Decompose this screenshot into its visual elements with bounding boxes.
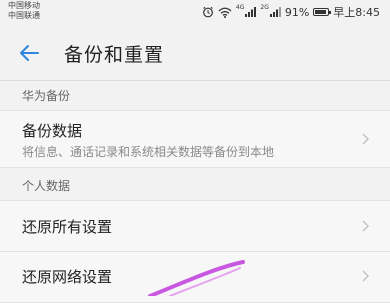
chevron-right-icon bbox=[362, 270, 370, 282]
chevron-right-icon bbox=[362, 133, 370, 145]
backup-data-subtitle: 将信息、通话记录和系统相关数据等备份到本地 bbox=[22, 145, 275, 159]
carrier-labels: 中国移动 中国联通 bbox=[8, 1, 40, 21]
restore-network-settings-item[interactable]: 还原网络设置 bbox=[0, 251, 390, 303]
restore-network-settings-title: 还原网络设置 bbox=[22, 268, 113, 286]
carrier-1-label: 中国移动 bbox=[8, 1, 40, 10]
alarm-icon bbox=[203, 6, 213, 18]
status-bar: 中国移动 中国联通 4G 2G 91% 早上8:45 bbox=[0, 0, 390, 26]
wifi-icon bbox=[218, 7, 232, 18]
section-header-huawei-backup: 华为备份 bbox=[22, 89, 71, 103]
back-arrow-icon bbox=[20, 45, 39, 61]
status-indicators: 4G 2G 91% 早上8:45 bbox=[202, 4, 380, 20]
app-bar: 备份和重置 bbox=[0, 26, 390, 81]
network-type-2-label: 2G bbox=[260, 4, 269, 11]
page-title: 备份和重置 bbox=[64, 44, 165, 66]
network-type-1-label: 4G bbox=[235, 4, 245, 11]
battery-percent: 91% bbox=[284, 5, 310, 19]
battery-icon bbox=[313, 8, 332, 16]
carrier-2-label: 中国联通 bbox=[8, 11, 40, 20]
clock-time: 早上8:45 bbox=[333, 6, 380, 19]
signal-bars-icon bbox=[245, 7, 257, 17]
backup-data-item[interactable]: 备份数据 将信息、通话记录和系统相关数据等备份到本地 bbox=[0, 110, 390, 168]
backup-data-title: 备份数据 bbox=[22, 122, 83, 140]
restore-all-settings-title: 还原所有设置 bbox=[22, 218, 113, 236]
section-header-personal-data: 个人数据 bbox=[22, 179, 71, 193]
battery-level-fill bbox=[315, 10, 327, 14]
chevron-right-icon bbox=[362, 220, 370, 232]
back-button[interactable] bbox=[14, 38, 44, 68]
restore-all-settings-item[interactable]: 还原所有设置 bbox=[0, 200, 390, 252]
signal-bars-icon bbox=[269, 7, 281, 17]
